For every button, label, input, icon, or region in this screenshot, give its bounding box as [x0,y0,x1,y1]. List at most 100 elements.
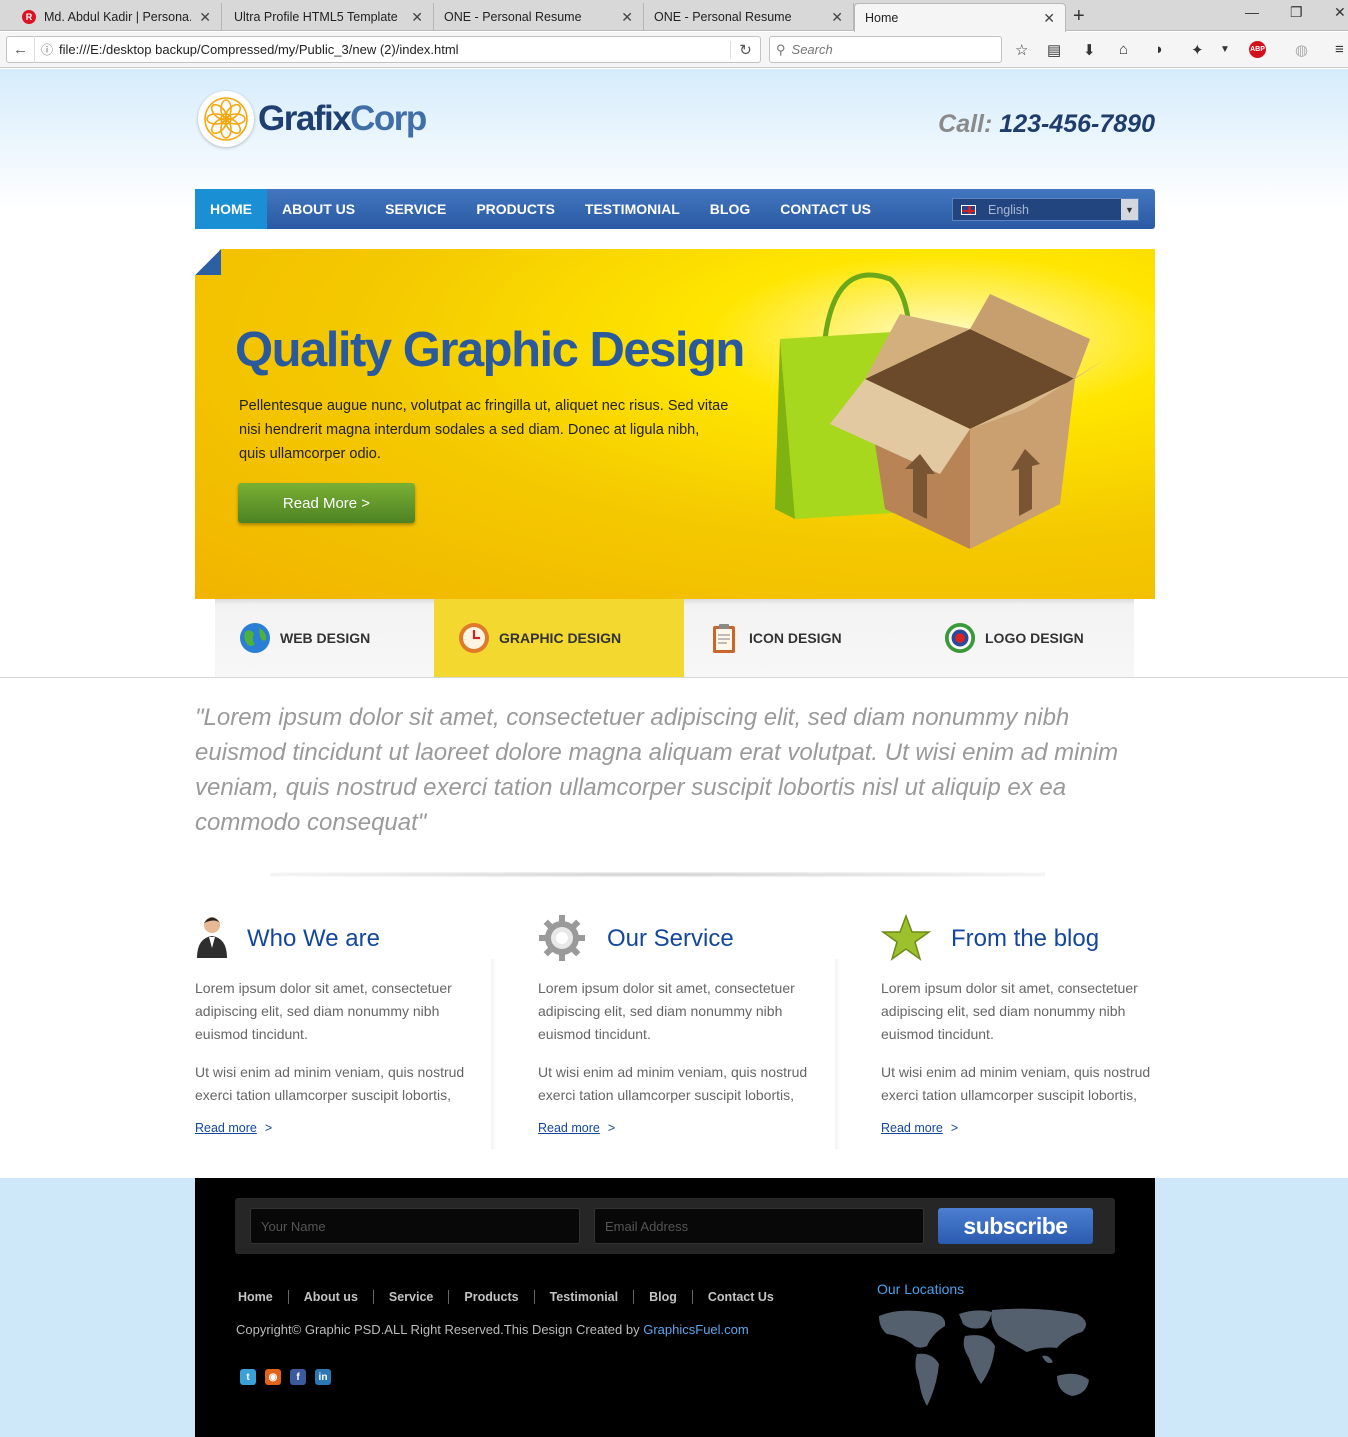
email-placeholder: Email Address [605,1218,689,1234]
read-more-link[interactable]: Read more > [538,1121,615,1135]
chevron-down-icon[interactable]: ▼ [1121,199,1138,220]
locations-title: Our Locations [877,1281,965,1297]
service-tab-web-design[interactable]: WEB DESIGN [215,599,434,677]
chevron-right-icon: > [264,1121,273,1135]
column-paragraph: Ut wisi enim ad minim veniam, quis nostr… [195,1064,465,1103]
minimize-icon[interactable]: — [1245,4,1259,20]
read-more-link[interactable]: Read more > [881,1121,958,1135]
site-footer: Your Name Email Address subscribe Home A… [195,1178,1155,1437]
nav-item-testimonial[interactable]: TESTIMONIAL [570,189,695,229]
footer-link-service[interactable]: Service [372,1290,448,1304]
tab-title: ONE - Personal Resume [444,10,582,24]
footer-navigation: Home About us Service Products Testimoni… [238,1290,789,1304]
menu-icon[interactable]: ≡ [1335,41,1344,58]
pocket-icon[interactable]: ◗ [1155,41,1164,58]
phone-value: 123-456-7890 [999,110,1155,138]
twitter-icon[interactable]: t [240,1369,256,1385]
reload-icon[interactable]: ↻ [730,40,760,59]
clock-icon [458,622,490,654]
hero-banner: Quality Graphic Design Pellentesque augu… [195,249,1155,599]
read-more-link[interactable]: Read more > [195,1121,272,1135]
info-icon[interactable]: ⓘ [35,41,59,58]
hero-text: Pellentesque augue nunc, volutpat ac fri… [239,398,729,462]
service-label: GRAPHIC DESIGN [499,630,622,646]
service-label: ICON DESIGN [749,630,842,646]
tab-title: ONE - Personal Resume [654,10,792,24]
close-icon[interactable]: ✕ [411,9,423,26]
browser-tab[interactable]: ONE - Personal Resume ✕ [644,3,854,31]
social-links: t ◉ f in [240,1369,340,1385]
copyright-label: Copyright© Graphic PSD.ALL Right Reserve… [236,1322,640,1337]
column-separator [835,959,841,1149]
chevron-right-icon: > [950,1121,959,1135]
nav-item-blog[interactable]: BLOG [695,189,765,229]
footer-link-testimonial[interactable]: Testimonial [533,1290,634,1304]
sync-icon[interactable]: ◍ [1295,41,1308,59]
graphicsfuel-link[interactable]: GraphicsFuel.com [643,1322,748,1337]
phone-label: Call: [938,110,993,138]
new-tab-icon[interactable]: + [1073,5,1085,28]
shopping-bag-box-illustration [775,272,1105,549]
gear-icon [538,914,585,961]
adblock-icon[interactable]: ABP [1249,41,1266,58]
extension-icon[interactable]: ✦ [1191,41,1204,59]
close-icon[interactable]: ✕ [621,9,633,26]
nav-item-products[interactable]: PRODUCTS [461,189,570,229]
name-placeholder: Your Name [261,1218,326,1234]
close-icon[interactable]: ✕ [199,9,211,26]
column-title: From the blog [951,925,1100,952]
service-tab-icon-design[interactable]: ICON DESIGN [684,599,931,677]
subscribe-button[interactable]: subscribe [938,1208,1093,1244]
email-input[interactable]: Email Address [594,1208,924,1244]
browser-tab[interactable]: Ultra Profile HTML5 Template ✕ [224,3,434,31]
footer-link-about-us[interactable]: About us [287,1290,373,1304]
bookmark-star-icon[interactable]: ☆ [1015,41,1028,59]
logo-wordmark: GrafixCorp [258,99,427,139]
footer-link-products[interactable]: Products [448,1290,533,1304]
read-more-button[interactable]: Read More > [238,483,415,523]
language-value: English [988,202,1029,217]
service-tab-graphic-design[interactable]: GRAPHIC DESIGN [434,599,684,677]
download-icon[interactable]: ⬇ [1083,41,1096,59]
phone-number: Call: 123-456-7890 [938,110,1155,139]
rss-icon[interactable]: ◉ [265,1369,281,1385]
home-icon[interactable]: ⌂ [1119,41,1128,58]
flower-logo-icon [198,91,254,147]
close-icon[interactable]: ✕ [831,9,843,26]
restore-icon[interactable]: ❐ [1290,4,1303,21]
quote-text: "Lorem ipsum dolor sit amet, consectetue… [195,704,1119,836]
service-tab-logo-design[interactable]: LOGO DESIGN [931,599,1134,677]
browser-tab-active[interactable]: Home ✕ [854,3,1066,32]
back-arrow-icon[interactable]: ← [7,36,35,63]
tab-title: Ultra Profile HTML5 Template [234,10,398,24]
browser-search-input[interactable]: ⚲ Search [769,36,1002,63]
url-text[interactable]: file:///E:/desktop backup/Compressed/my/… [59,42,730,57]
footer-link-contact-us[interactable]: Contact Us [691,1290,789,1304]
browser-tab[interactable]: ONE - Personal Resume ✕ [434,3,644,31]
address-bar[interactable]: ← ⓘ file:///E:/desktop backup/Compressed… [6,36,761,63]
nav-item-service[interactable]: SERVICE [370,189,461,229]
window-close-icon[interactable]: ✕ [1334,4,1346,21]
quote-divider [270,872,1045,877]
language-select[interactable]: English ▼ [952,198,1139,221]
subscribe-bar: Your Name Email Address subscribe [235,1198,1115,1254]
close-icon[interactable]: ✕ [1043,10,1055,27]
name-input[interactable]: Your Name [250,1208,580,1244]
dropdown-icon[interactable]: ▼ [1220,44,1230,55]
nav-item-about-us[interactable]: ABOUT US [267,189,370,229]
browser-tab[interactable]: R Md. Abdul Kadir | Persona... ✕ [12,3,222,31]
footer-link-home[interactable]: Home [238,1290,288,1304]
logo-word-2: Corp [350,99,427,138]
column-paragraph: Ut wisi enim ad minim veniam, quis nostr… [881,1064,1151,1103]
nav-item-contact-us[interactable]: CONTACT US [765,189,886,229]
nav-item-home[interactable]: HOME [195,189,267,229]
page: GrafixCorp Call: 123-456-7890 HOME ABOUT… [0,69,1348,1437]
reading-list-icon[interactable]: ▤ [1047,41,1061,59]
footer-link-blog[interactable]: Blog [633,1290,692,1304]
facebook-icon[interactable]: f [290,1369,306,1385]
site-logo[interactable]: GrafixCorp [198,91,427,147]
read-more-label: Read more [881,1121,943,1135]
person-icon [195,914,239,960]
browser-tab-bar: R Md. Abdul Kadir | Persona... ✕ Ultra P… [0,0,1348,32]
linkedin-icon[interactable]: in [315,1369,331,1385]
